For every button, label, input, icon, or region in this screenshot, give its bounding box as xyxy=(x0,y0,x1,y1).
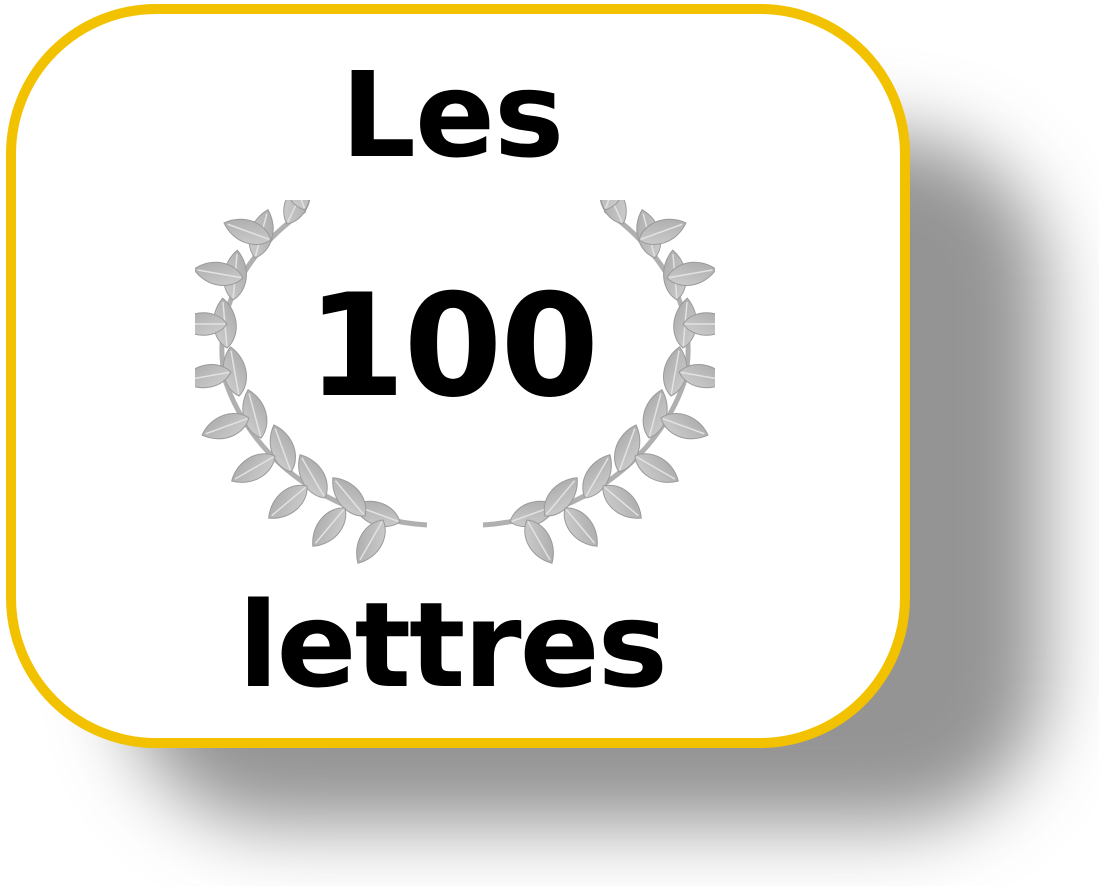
badge-number: 100 xyxy=(306,264,599,429)
badge-title-top: Les xyxy=(340,46,564,184)
badge-image: Les 100 lettres xyxy=(0,0,1099,886)
badge-title-bottom: lettres xyxy=(238,576,668,714)
